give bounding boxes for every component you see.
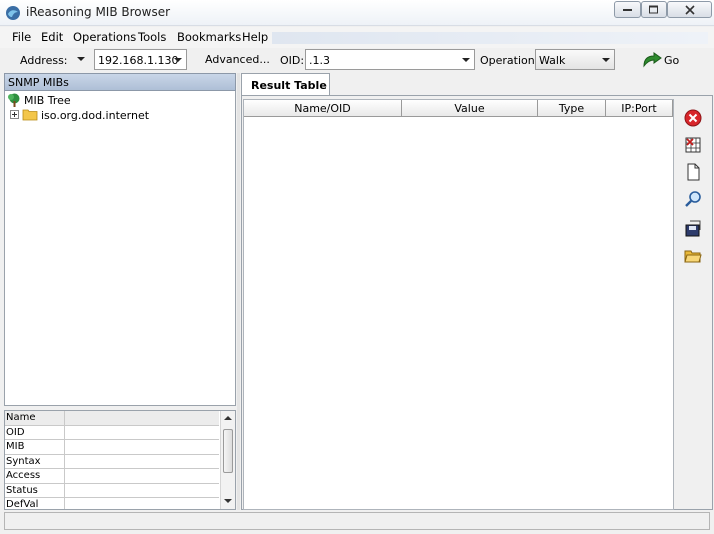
mib-tree[interactable]: MIB Tree iso.org.dod.internet (4, 91, 236, 406)
column-header-type[interactable]: Type (538, 100, 606, 117)
toolbar: Address: 192.168.1.130 Advanced... OID: … (0, 48, 714, 72)
menu-tools[interactable]: Tools (138, 30, 166, 44)
result-panel: Name/OID Value Type IP:Port (241, 95, 713, 510)
menu-edit[interactable]: Edit (41, 30, 63, 44)
result-table[interactable]: Name/OID Value Type IP:Port (243, 99, 674, 510)
expand-icon[interactable] (10, 110, 19, 119)
snmp-mibs-pane: SNMP MIBs MIB Tree iso.org.dod.internet … (4, 73, 236, 510)
document-icon[interactable] (684, 163, 702, 181)
address-value: 192.168.1.130 (98, 54, 179, 67)
table-row: Access (5, 469, 219, 484)
menu-bookmarks[interactable]: Bookmarks (177, 30, 241, 44)
app-logo-icon (6, 6, 20, 20)
go-arrow-icon (643, 52, 662, 68)
prop-value (64, 498, 219, 509)
table-row: Name (5, 411, 219, 426)
prop-key: OID (6, 426, 25, 438)
chevron-down-icon (458, 50, 472, 69)
address-combo[interactable]: 192.168.1.130 (94, 49, 187, 70)
menu-help[interactable]: Help (242, 30, 268, 44)
prop-key: Access (6, 470, 41, 481)
table-row: Syntax (5, 454, 219, 469)
window-title: iReasoning MIB Browser (26, 5, 171, 19)
pane-splitter[interactable] (237, 73, 240, 510)
chevron-down-icon (598, 50, 612, 69)
prop-value (64, 411, 219, 425)
oid-value: .1.3 (309, 54, 330, 67)
search-icon[interactable] (684, 190, 702, 208)
prop-value (64, 483, 219, 497)
chevron-down-icon (170, 50, 184, 69)
minimize-icon (622, 8, 632, 11)
tree-node-label[interactable]: iso.org.dod.internet (41, 109, 149, 122)
go-label: Go (664, 54, 680, 67)
column-header-value[interactable]: Value (402, 100, 538, 117)
oid-combo[interactable]: .1.3 (305, 49, 475, 70)
scroll-up-icon[interactable] (224, 416, 232, 420)
chevron-down-icon (73, 49, 87, 68)
tab-result-table[interactable]: Result Table (241, 73, 330, 95)
menu-bar-filler (272, 32, 708, 44)
prop-key: Status (6, 484, 38, 496)
status-bar (4, 512, 710, 530)
oid-label: OID: (280, 54, 305, 67)
operations-select[interactable]: Walk (535, 49, 615, 70)
tree-icon (8, 93, 20, 107)
tree-root-label[interactable]: MIB Tree (24, 94, 71, 107)
maximize-icon (649, 5, 658, 13)
scroll-down-icon[interactable] (224, 499, 232, 503)
table-row: DefVal (5, 498, 219, 510)
close-button[interactable] (667, 1, 712, 18)
tab-label: Result Table (251, 79, 327, 92)
properties-table: Name OID MIB Syntax Access Status DefVal (4, 410, 236, 510)
title-bar: iReasoning MIB Browser (0, 0, 714, 26)
scroll-thumb[interactable] (223, 429, 233, 473)
close-icon (684, 4, 695, 15)
advanced-button[interactable]: Advanced... (205, 53, 270, 66)
prop-key: MIB (6, 441, 25, 452)
table-edit-icon[interactable] (684, 136, 702, 154)
prop-value (64, 469, 219, 483)
menu-operations[interactable]: Operations (73, 30, 136, 44)
result-side-toolbar (674, 99, 712, 510)
prop-key: DefVal (6, 499, 39, 510)
column-header-name-oid[interactable]: Name/OID (244, 100, 402, 117)
table-row: MIB (5, 440, 219, 455)
go-button[interactable]: Go (640, 51, 680, 69)
save-icon[interactable] (684, 220, 702, 238)
delete-icon[interactable] (684, 109, 702, 127)
menu-bar: File Edit Operations Tools Bookmarks Hel… (0, 27, 714, 48)
minimize-button[interactable] (614, 1, 641, 18)
address-history-dropdown[interactable] (69, 49, 89, 70)
open-folder-icon[interactable] (684, 247, 702, 265)
prop-key: Syntax (6, 455, 41, 467)
prop-value (64, 454, 219, 468)
table-row: OID (5, 425, 219, 440)
prop-value (64, 440, 219, 454)
menu-file[interactable]: File (12, 30, 31, 44)
address-label: Address: (20, 54, 68, 67)
prop-value (64, 425, 219, 439)
table-row: Status (5, 483, 219, 498)
prop-key: Name (6, 412, 36, 423)
maximize-button[interactable] (641, 1, 667, 18)
properties-scrollbar[interactable] (220, 411, 235, 509)
pane-header: SNMP MIBs (4, 73, 236, 91)
column-header-ip-port[interactable]: IP:Port (606, 100, 673, 117)
operations-value: Walk (539, 54, 566, 67)
folder-icon (22, 109, 38, 121)
